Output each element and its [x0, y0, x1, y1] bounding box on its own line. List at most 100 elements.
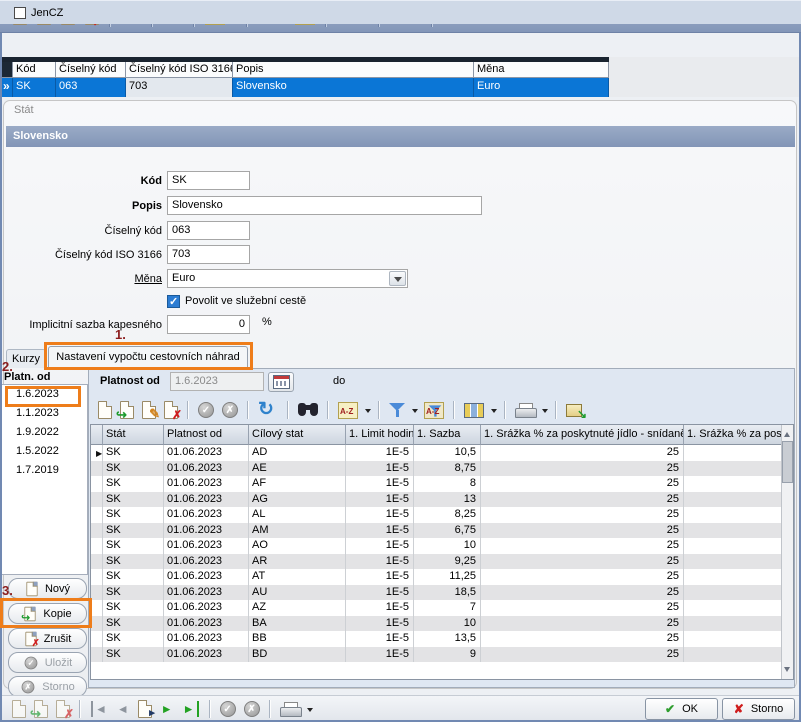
ciselny-kod-field[interactable]: 063: [167, 221, 250, 240]
cell-limit-hodin[interactable]: 1E-5: [346, 538, 414, 554]
cell-kod[interactable]: SK: [13, 78, 56, 97]
cell-stat[interactable]: SK: [103, 647, 164, 663]
cell-srazka-dalsi[interactable]: [684, 554, 783, 570]
cell-sazba[interactable]: 18,5: [414, 585, 481, 601]
vertical-scrollbar[interactable]: [781, 425, 793, 679]
cell-sazba[interactable]: 9: [414, 647, 481, 663]
print-dropdown-arrow-icon[interactable]: [542, 409, 548, 416]
cell-srazka-dalsi[interactable]: [684, 600, 783, 616]
cell-sazba[interactable]: 8,75: [414, 461, 481, 477]
cell-stat[interactable]: SK: [103, 585, 164, 601]
cell-srazka-dalsi[interactable]: [684, 507, 783, 523]
table-row[interactable]: SK 01.06.2023 AD 1E-5 10,5 25: [91, 445, 793, 461]
sort-az-icon[interactable]: [338, 402, 358, 419]
table-row[interactable]: SK 01.06.2023 AR 1E-5 9,25 25: [91, 554, 793, 570]
cell-limit-hodin[interactable]: 1E-5: [346, 585, 414, 601]
cell-popis[interactable]: Slovensko: [233, 78, 474, 97]
scrollbar-thumb[interactable]: [782, 441, 793, 483]
sazba-kapesne-field[interactable]: 0: [167, 315, 250, 334]
kopie-button[interactable]: Kopie: [8, 603, 87, 624]
cell-srazka-dalsi[interactable]: [684, 569, 783, 585]
filter-icon[interactable]: [389, 402, 405, 418]
cell-platnost-od[interactable]: 01.06.2023: [164, 523, 249, 539]
list-item[interactable]: 1.7.2019: [2, 461, 87, 480]
cell-srazka-snidane[interactable]: 25: [481, 476, 684, 492]
cell-sazba[interactable]: 10: [414, 616, 481, 632]
table-row[interactable]: SK 01.06.2023 AZ 1E-5 7 25: [91, 600, 793, 616]
cell-srazka-dalsi[interactable]: [684, 476, 783, 492]
cell-ciselny-kod[interactable]: 063: [56, 78, 126, 97]
cell-stat[interactable]: SK: [103, 600, 164, 616]
cell-limit-hodin[interactable]: 1E-5: [346, 616, 414, 632]
table-row[interactable]: SK 01.06.2023 AL 1E-5 8,25 25: [91, 507, 793, 523]
new-rate-icon[interactable]: [98, 401, 112, 419]
cell-srazka-snidane[interactable]: 25: [481, 631, 684, 647]
list-item[interactable]: 1.9.2022: [2, 423, 87, 442]
cell-srazka-dalsi[interactable]: [684, 461, 783, 477]
table-row[interactable]: SK 01.06.2023 AT 1E-5 11,25 25: [91, 569, 793, 585]
cell-srazka-snidane[interactable]: 25: [481, 616, 684, 632]
column-header[interactable]: 1. Srážka % za poskytnuté jídlo - snídan…: [481, 425, 684, 445]
column-header[interactable]: Cílový stat: [249, 425, 346, 445]
calendar-button[interactable]: [268, 372, 294, 392]
ok-button[interactable]: ✔ OK: [645, 698, 718, 720]
cell-platnost-od[interactable]: 01.06.2023: [164, 492, 249, 508]
list-item[interactable]: 1.5.2022: [2, 442, 87, 461]
delete-rate-icon[interactable]: [164, 401, 178, 419]
cell-stat[interactable]: SK: [103, 554, 164, 570]
cell-limit-hodin[interactable]: 1E-5: [346, 523, 414, 539]
search-icon[interactable]: [298, 403, 318, 417]
columns-icon[interactable]: [464, 403, 484, 418]
cell-stat[interactable]: SK: [103, 476, 164, 492]
cell-sazba[interactable]: 8,25: [414, 507, 481, 523]
cell-srazka-snidane[interactable]: 25: [481, 461, 684, 477]
cell-platnost-od[interactable]: 01.06.2023: [164, 507, 249, 523]
cell-limit-hodin[interactable]: 1E-5: [346, 445, 414, 461]
cell-cilovy-stat[interactable]: BA: [249, 616, 346, 632]
column-header[interactable]: Číselný kód: [56, 62, 126, 78]
cell-srazka-snidane[interactable]: 25: [481, 585, 684, 601]
cell-srazka-snidane[interactable]: 25: [481, 569, 684, 585]
table-row[interactable]: SK 01.06.2023 AU 1E-5 18,5 25: [91, 585, 793, 601]
table-row[interactable]: SK 01.06.2023 AG 1E-5 13 25: [91, 492, 793, 508]
cell-platnost-od[interactable]: 01.06.2023: [164, 585, 249, 601]
first-record-icon[interactable]: ◄: [91, 701, 107, 717]
cell-cilovy-stat[interactable]: AU: [249, 585, 346, 601]
novy-button[interactable]: Nový: [8, 578, 87, 599]
print-icon[interactable]: [280, 702, 300, 717]
cell-sazba[interactable]: 6,75: [414, 523, 481, 539]
cell-mena[interactable]: Euro: [474, 78, 609, 97]
cell-platnost-od[interactable]: 01.06.2023: [164, 631, 249, 647]
cell-stat[interactable]: SK: [103, 631, 164, 647]
column-header[interactable]: 1. Limit hodin: [346, 425, 414, 445]
jencz-checkbox[interactable]: [14, 7, 26, 19]
cell-platnost-od[interactable]: 01.06.2023: [164, 647, 249, 663]
platnost-od-field[interactable]: 1.6.2023: [170, 372, 264, 391]
cell-srazka-dalsi[interactable]: [684, 631, 783, 647]
list-item[interactable]: 1.1.2023: [2, 404, 87, 423]
column-header[interactable]: Měna: [474, 62, 609, 78]
column-header[interactable]: Číselný kód ISO 3166: [126, 62, 233, 78]
column-header[interactable]: Popis: [233, 62, 474, 78]
iso-field[interactable]: 703: [167, 245, 250, 264]
cell-cilovy-stat[interactable]: AE: [249, 461, 346, 477]
popis-field[interactable]: Slovensko: [167, 196, 482, 215]
cell-platnost-od[interactable]: 01.06.2023: [164, 554, 249, 570]
cell-sazba[interactable]: 8: [414, 476, 481, 492]
cell-iso[interactable]: 703: [126, 78, 233, 97]
cell-platnost-od[interactable]: 01.06.2023: [164, 569, 249, 585]
cell-platnost-od[interactable]: 01.06.2023: [164, 616, 249, 632]
copy-record-icon[interactable]: [34, 700, 48, 718]
list-item[interactable]: 1.6.2023: [2, 385, 87, 404]
cell-srazka-snidane[interactable]: 25: [481, 554, 684, 570]
previous-record-icon[interactable]: ◄: [117, 701, 129, 717]
cell-sazba[interactable]: 13,5: [414, 631, 481, 647]
refresh-icon[interactable]: [258, 400, 278, 420]
cell-srazka-snidane[interactable]: 25: [481, 538, 684, 554]
next-record-icon[interactable]: ►: [161, 701, 173, 717]
column-header[interactable]: Platnost od: [164, 425, 249, 445]
cell-cilovy-stat[interactable]: AM: [249, 523, 346, 539]
cell-cilovy-stat[interactable]: AD: [249, 445, 346, 461]
cell-limit-hodin[interactable]: 1E-5: [346, 600, 414, 616]
mena-combobox[interactable]: Euro: [167, 269, 408, 288]
